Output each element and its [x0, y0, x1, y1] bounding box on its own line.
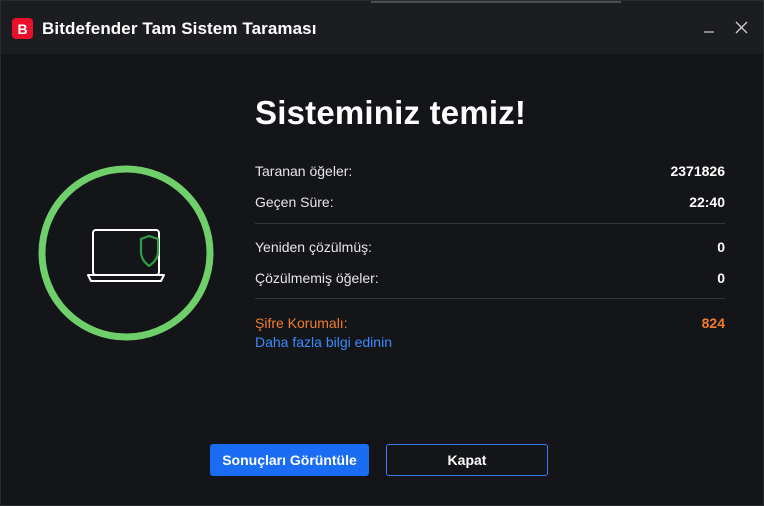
title-strip — [371, 1, 621, 3]
close-icon — [735, 21, 747, 33]
unresolved-label: Çözülmemiş öğeler: — [255, 270, 379, 286]
title-bar: B Bitdefender Tam Sistem Taraması — [1, 1, 763, 54]
bitdefender-logo-icon: B — [12, 18, 33, 39]
scanned-items-label: Taranan öğeler: — [255, 163, 353, 179]
divider — [255, 298, 725, 299]
divider — [255, 223, 725, 224]
elapsed-time-value: 22:40 — [689, 194, 725, 210]
close-window-button[interactable] — [729, 15, 753, 39]
password-protected-row: Şifre Korumalı: 824 — [255, 313, 725, 333]
learn-more-link[interactable]: Daha fazla bilgi edinin — [255, 334, 392, 350]
elapsed-time-label: Geçen Süre: — [255, 194, 334, 210]
password-protected-value: 824 — [701, 315, 725, 331]
window-title: Bitdefender Tam Sistem Taraması — [42, 19, 317, 38]
minimize-button[interactable] — [697, 15, 721, 39]
status-ring — [38, 165, 214, 341]
unresolved-row: Çözülmemiş öğeler: 0 — [255, 268, 725, 288]
unresolved-value: 0 — [717, 270, 725, 286]
elapsed-time-row: Geçen Süre: 22:40 — [255, 192, 725, 212]
password-protected-label: Şifre Korumalı: — [255, 315, 348, 331]
scanned-items-value: 2371826 — [670, 163, 725, 179]
close-button[interactable]: Kapat — [386, 444, 548, 476]
laptop-shield-icon — [87, 229, 165, 282]
minimize-icon — [704, 31, 714, 33]
scanned-items-row: Taranan öğeler: 2371826 — [255, 161, 725, 181]
scan-result-headline: Sisteminiz temiz! — [255, 94, 527, 131]
resolved-label: Yeniden çözülmüş: — [255, 239, 373, 255]
resolved-value: 0 — [717, 239, 725, 255]
scan-window: B Bitdefender Tam Sistem Taraması Sistem… — [0, 0, 764, 506]
view-results-button[interactable]: Sonuçları Görüntüle — [210, 444, 369, 476]
resolved-row: Yeniden çözülmüş: 0 — [255, 237, 725, 257]
